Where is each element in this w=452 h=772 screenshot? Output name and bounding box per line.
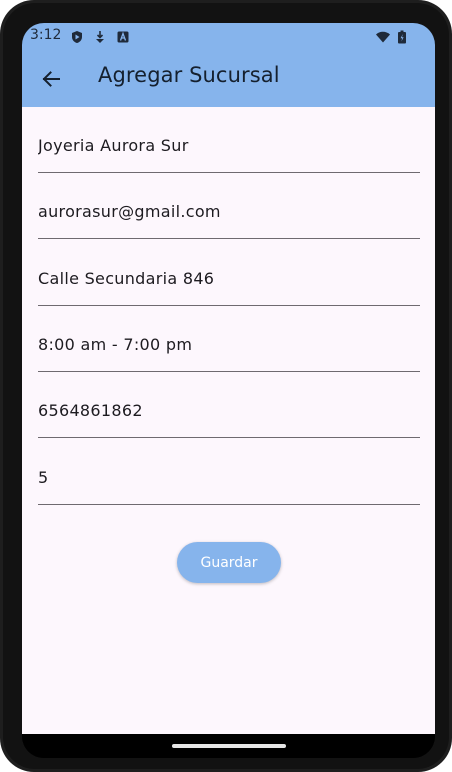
home-gesture-handle[interactable] (172, 744, 286, 748)
phone-field (38, 386, 420, 438)
app-bar: Agregar Sucursal (22, 49, 435, 107)
screen: 3:12 Agregar Sucursal Joyeria Aurora Sur… (22, 23, 435, 758)
number-input[interactable] (38, 453, 420, 501)
address-field (38, 254, 420, 306)
phone-input[interactable] (38, 386, 420, 434)
wifi-icon (375, 29, 391, 43)
email-field (38, 187, 420, 239)
arrow-back-icon (42, 71, 60, 87)
hours-field (38, 320, 420, 372)
page-title: Agregar Sucursal (98, 63, 280, 87)
download-icon (93, 29, 107, 43)
keyboard-a-icon (116, 29, 130, 43)
navigation-bar (22, 734, 435, 758)
play-protect-icon (70, 29, 84, 43)
branch-name-input[interactable] (38, 121, 420, 169)
device-bezel: 3:12 Agregar Sucursal Joyeria Aurora Sur… (3, 3, 449, 769)
device-frame: 3:12 Agregar Sucursal Joyeria Aurora Sur… (0, 0, 452, 772)
battery-icon (397, 29, 407, 44)
back-button[interactable] (36, 64, 66, 94)
status-bar: 3:12 (22, 23, 435, 49)
hours-input[interactable] (38, 320, 420, 368)
name-field (38, 121, 420, 173)
number-field (38, 453, 420, 505)
save-button[interactable]: Guardar (177, 542, 281, 583)
status-time: 3:12 (30, 27, 62, 43)
address-input[interactable] (38, 254, 420, 302)
form-container: Guardar (22, 107, 435, 734)
email-input[interactable] (38, 187, 420, 235)
